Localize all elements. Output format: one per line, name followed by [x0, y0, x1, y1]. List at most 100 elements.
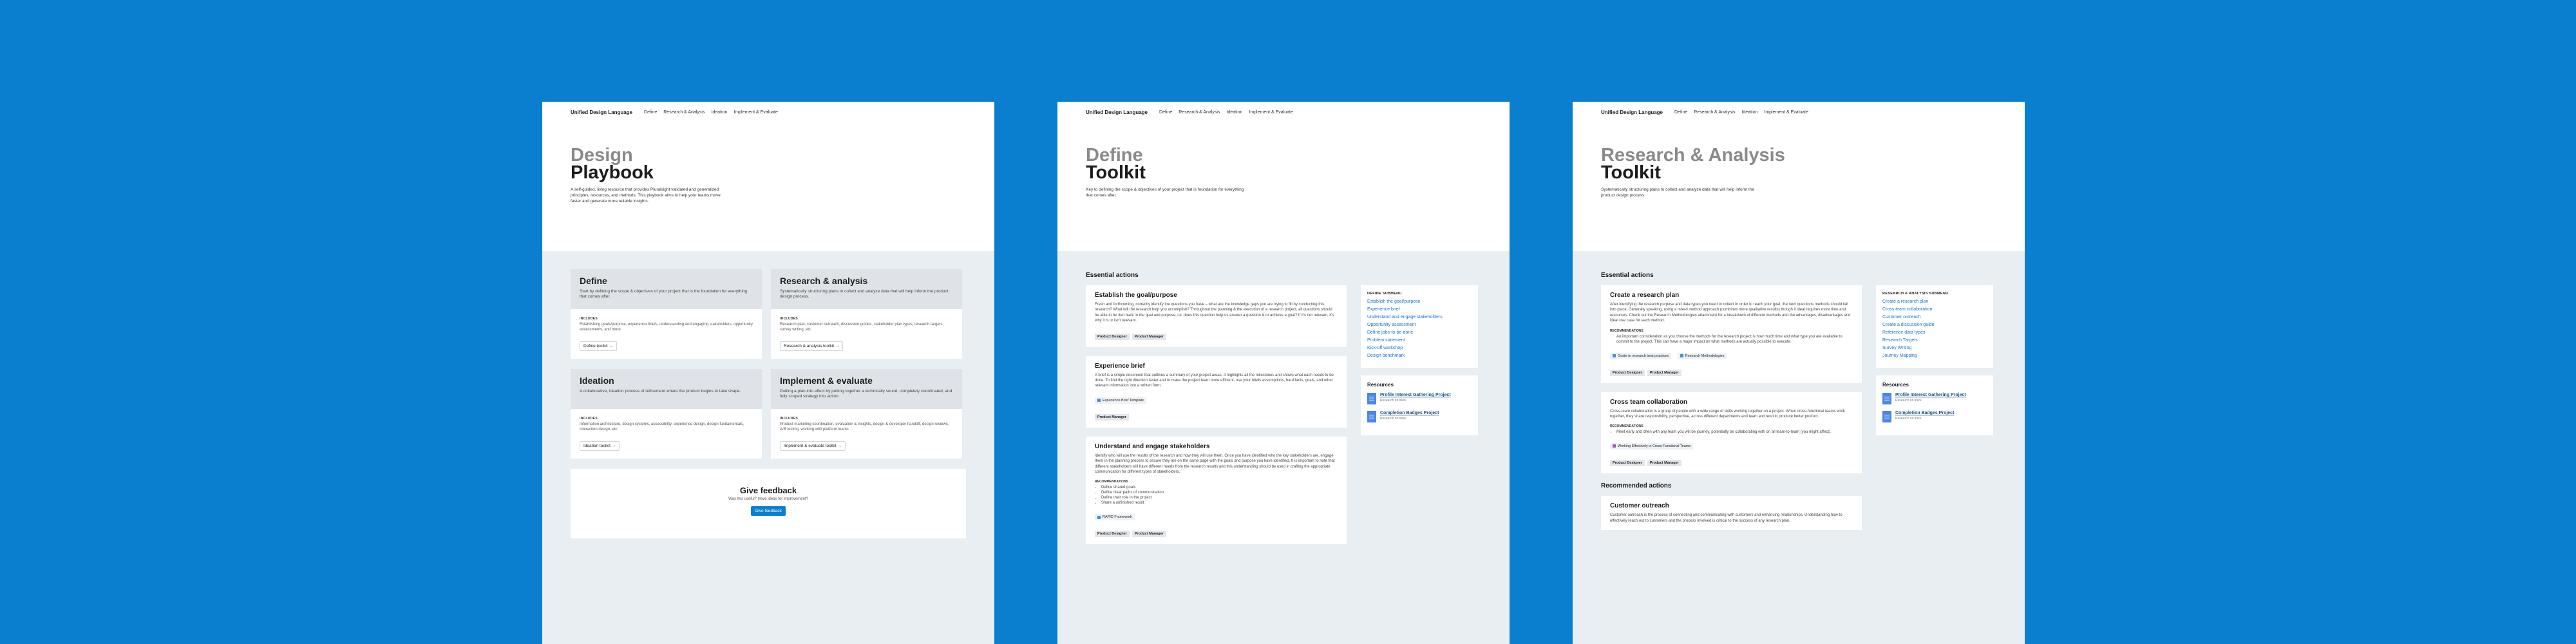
- attachment-chip[interactable]: Research Methodologies: [1677, 352, 1727, 359]
- brand-logo[interactable]: Unified Design Language: [1601, 109, 1663, 115]
- action-card-goal: Establish the goal/purpose Fresh and for…: [1086, 285, 1347, 347]
- action-title: Create a research plan: [1610, 292, 1680, 299]
- submenu-link[interactable]: Survey Writing: [1882, 346, 1987, 350]
- attachment-chip[interactable]: Guide to research best practices: [1610, 352, 1672, 359]
- submenu-link[interactable]: Opportunity assessment: [1367, 323, 1472, 327]
- arrow-right-icon: →: [835, 344, 840, 348]
- submenu-link[interactable]: Customer outreach: [1882, 315, 1987, 319]
- action-card-stakeholders: Understand and engage stakeholders Ident…: [1086, 436, 1347, 545]
- nav-link-ideation[interactable]: Ideation: [711, 110, 727, 115]
- design-playbook-frame: Unified Design Language Define Research …: [542, 102, 994, 644]
- brand-logo[interactable]: Unified Design Language: [571, 109, 632, 115]
- hero: Design Playbook A self-guided, living re…: [542, 122, 994, 251]
- submenu-link[interactable]: Create a discussion guide: [1882, 323, 1987, 327]
- submenu-link[interactable]: Experience brief: [1367, 307, 1472, 312]
- action-title: Cross team collaboration: [1610, 398, 1688, 406]
- document-icon: [1882, 411, 1891, 422]
- document-icon: [1882, 393, 1891, 404]
- card-desc: A collaborative, ideation process of ref…: [580, 389, 741, 393]
- feedback-subtitle: Was this useful? Have ideas for improvem…: [728, 497, 808, 501]
- give-feedback-button[interactable]: Give feedback: [751, 506, 786, 516]
- nav-link-ideation[interactable]: Ideation: [1741, 110, 1757, 115]
- nav-link-research[interactable]: Research & Analysis: [1179, 110, 1220, 115]
- sidebar: RESEARCH & ANALYSIS SUBMENU Create a res…: [1876, 285, 1993, 539]
- action-desc: After identifying the research purpose a…: [1610, 303, 1851, 323]
- document-icon: [1367, 411, 1376, 422]
- role-tag: Product Designer: [1095, 531, 1130, 538]
- includes-label: INCLUDES: [580, 417, 598, 421]
- includes-text: Product marketing coordination, evaluati…: [780, 422, 949, 431]
- page-title: Design Playbook: [571, 145, 654, 183]
- top-nav: Unified Design Language Define Research …: [542, 102, 994, 122]
- submenu-link[interactable]: Understand and engage stakeholders: [1367, 315, 1472, 319]
- attachment-chip[interactable]: Experience Brief Template: [1095, 397, 1147, 404]
- card-title: Research & analysis: [780, 276, 868, 286]
- submenu-link[interactable]: Establish the goal/purpose: [1367, 299, 1472, 304]
- includes-label: INCLUDES: [780, 317, 798, 321]
- submenu: DEFINE SUBMENU Establish the goal/purpos…: [1361, 285, 1478, 368]
- nav-link-define[interactable]: Define: [1159, 110, 1172, 115]
- section-heading: Essential actions: [1086, 272, 1139, 279]
- top-nav: Unified Design Language Define Research …: [1573, 102, 2025, 122]
- nav-link-implement[interactable]: Implement & Evaluate: [1249, 110, 1293, 115]
- submenu-link[interactable]: Research Targets: [1882, 338, 1987, 343]
- resource-item[interactable]: Profile Interest Gathering Project Resear…: [1882, 393, 1987, 404]
- nav-link-implement[interactable]: Implement & Evaluate: [734, 110, 777, 115]
- includes-text: Research plan, customer outreach, discus…: [780, 323, 944, 332]
- attachment-chip[interactable]: RAPID Framework: [1095, 514, 1135, 521]
- submenu-link[interactable]: Create a research plan: [1882, 299, 1987, 304]
- brand-logo[interactable]: Unified Design Language: [1086, 109, 1148, 115]
- page-intro: Systematically structuring plans to coll…: [1601, 187, 1755, 198]
- submenu-link[interactable]: Design benchmark: [1367, 354, 1472, 358]
- file-icon: [1097, 398, 1101, 402]
- research-toolkit-button[interactable]: Research & analysis toolkit →: [780, 341, 844, 351]
- actions-column: Create a research plan After identifying…: [1601, 285, 1862, 539]
- sidebar: DEFINE SUBMENU Establish the goal/purpos…: [1361, 285, 1478, 553]
- arrow-right-icon: →: [609, 344, 613, 348]
- resource-item[interactable]: Completion Badges Project Research on tra…: [1367, 411, 1472, 422]
- resources-box: Resources Profile Interest Gathering Pro…: [1876, 375, 1993, 435]
- hero: Define Toolkit Key to defining the scope…: [1057, 122, 1510, 251]
- submenu-link[interactable]: Define jobs-to-be-done: [1367, 330, 1472, 335]
- action-desc: Identify who will use the results of the…: [1095, 453, 1335, 475]
- submenu-link[interactable]: Problem statement: [1367, 338, 1472, 343]
- toolkit-grid: Define Start by defining the scope & obje…: [571, 269, 966, 459]
- nav-link-research[interactable]: Research & Analysis: [1694, 110, 1735, 115]
- nav-link-research[interactable]: Research & Analysis: [663, 110, 705, 115]
- page-intro: A self-guided, living resource that prov…: [571, 187, 721, 204]
- action-desc: Customer outreach is the process of conn…: [1610, 513, 1842, 523]
- attachment-chip[interactable]: Working Effectively in Cross-Functional …: [1610, 443, 1694, 450]
- ideation-toolkit-button[interactable]: Ideation toolkit →: [580, 441, 620, 451]
- nav-link-define[interactable]: Define: [644, 110, 657, 115]
- card-title: Ideation: [580, 375, 614, 386]
- recommendations-label: RECOMMENDATIONS: [1610, 328, 1643, 333]
- nav-link-ideation[interactable]: Ideation: [1226, 110, 1242, 115]
- action-title: Establish the goal/purpose: [1095, 292, 1177, 299]
- card-research: Research & analysis Systematically struct…: [771, 269, 962, 359]
- action-desc: A brief is a simple document that outlin…: [1095, 373, 1334, 388]
- recommendations-list: Define shared goals Define clear paths o…: [1095, 485, 1338, 506]
- action-card-brief: Experience brief A brief is a simple doc…: [1086, 355, 1347, 428]
- card-desc: Putting a plan into effect by putting to…: [780, 389, 952, 399]
- nav-link-define[interactable]: Define: [1674, 110, 1687, 115]
- resource-item[interactable]: Completion Badges Project Research on tra…: [1882, 411, 1987, 422]
- action-title: Experience brief: [1095, 362, 1145, 370]
- define-toolkit-button[interactable]: Define toolkit →: [580, 341, 617, 351]
- recommendations-list: An important consideration as you choose…: [1610, 334, 1853, 345]
- submenu-link[interactable]: Kick-off workshop: [1367, 346, 1472, 350]
- feedback-title: Give feedback: [739, 486, 797, 495]
- submenu-link[interactable]: Cross team collaboration: [1882, 307, 1987, 312]
- resource-item[interactable]: Profile Interest Gathering Project Resear…: [1367, 393, 1472, 404]
- role-tag: Product Designer: [1610, 460, 1645, 467]
- section-heading: Essential actions: [1601, 272, 1654, 279]
- actions-column: Establish the goal/purpose Fresh and for…: [1086, 285, 1347, 553]
- nav-link-implement[interactable]: Implement & Evaluate: [1764, 110, 1808, 115]
- file-icon: [1613, 444, 1616, 448]
- implement-toolkit-button[interactable]: Implement & evaluate toolkit →: [780, 441, 846, 451]
- submenu-link[interactable]: Reference data types: [1882, 330, 1987, 335]
- card-ideation: Ideation A collaborative, ideation proces…: [571, 369, 762, 459]
- submenu-link[interactable]: Journey Mapping: [1882, 354, 1987, 358]
- card-implement: Implement & evaluate Putting a plan into …: [771, 369, 962, 459]
- role-tag: Product Manager: [1647, 460, 1681, 467]
- card-title: Define: [580, 276, 607, 286]
